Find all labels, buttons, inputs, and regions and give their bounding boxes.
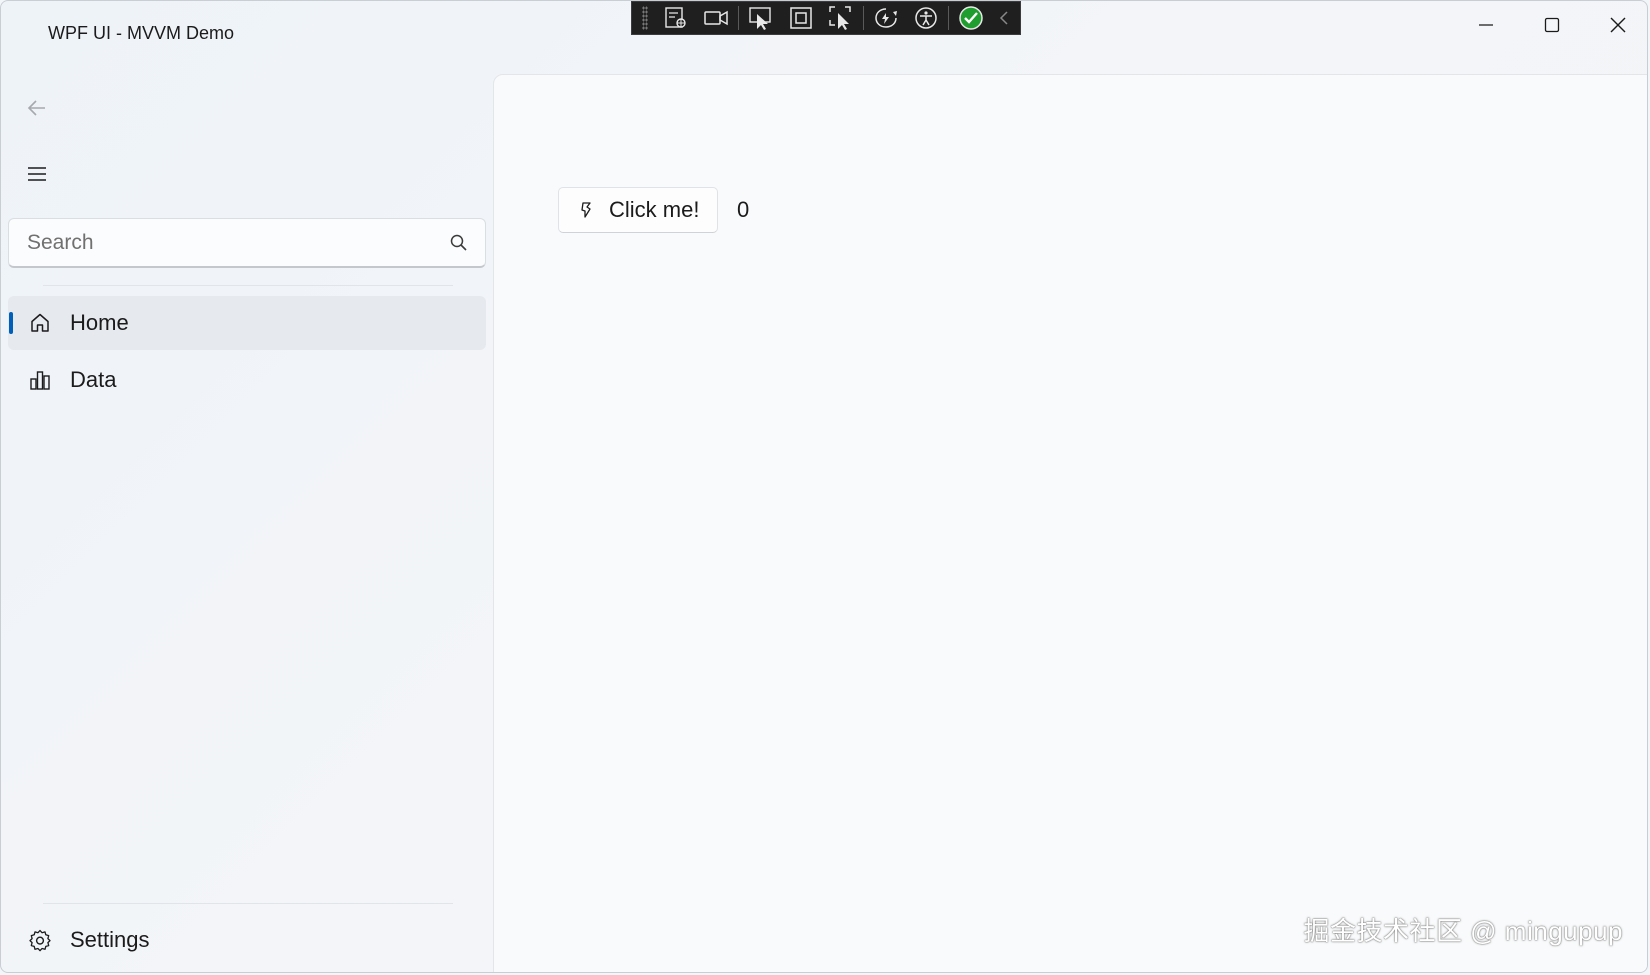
nav-item-label: Settings: [70, 927, 150, 952]
close-button[interactable]: [1585, 1, 1647, 49]
toolbar-separator: [948, 6, 949, 30]
nav-item-label: Data: [70, 367, 117, 392]
navigation-pane: Home Data Settings: [1, 67, 493, 972]
record-icon: [704, 10, 728, 26]
toolbar-grip[interactable]: [642, 6, 648, 30]
close-icon: [1610, 17, 1626, 33]
minimize-button[interactable]: [1453, 1, 1519, 49]
binding-status-ok-icon: [959, 6, 983, 30]
track-focus-icon: [829, 6, 851, 30]
hot-reload-button[interactable]: [866, 3, 906, 33]
selection-indicator: [9, 312, 13, 334]
nav-item-data[interactable]: Data: [8, 353, 486, 407]
nav-divider: [43, 285, 453, 286]
record-button[interactable]: [696, 3, 736, 33]
binding-status-button[interactable]: [951, 3, 991, 33]
display-layout-adorners-button[interactable]: [781, 3, 821, 33]
nav-item-settings[interactable]: Settings: [8, 913, 486, 967]
watermark-text: 掘金技术社区 @ mingupup: [1303, 916, 1623, 946]
click-me-button[interactable]: Click me!: [558, 187, 718, 233]
hamburger-menu-icon: [28, 167, 46, 181]
accessibility-icon: [915, 7, 937, 29]
collapse-chevron-icon: [999, 11, 1008, 25]
toolbar-separator: [863, 6, 864, 30]
maximize-icon: [1544, 17, 1560, 33]
live-visual-tree-button[interactable]: [656, 3, 696, 33]
hot-reload-icon: [875, 8, 897, 28]
search-input[interactable]: [25, 229, 429, 256]
hamburger-menu-button[interactable]: [19, 159, 55, 189]
nav-item-label: Home: [70, 310, 129, 335]
back-button[interactable]: [19, 93, 55, 123]
click-counter: 0: [737, 197, 750, 222]
search-icon[interactable]: [449, 233, 469, 253]
click-me-label: Click me!: [609, 197, 700, 222]
maximize-button[interactable]: [1519, 1, 1585, 49]
toolbar-separator: [738, 6, 739, 30]
window-title: WPF UI - MVVM Demo: [48, 23, 235, 43]
search-box: [8, 218, 486, 268]
select-element-button[interactable]: [741, 3, 781, 33]
live-visual-tree-icon: [665, 7, 686, 28]
bar-chart-icon: [28, 368, 52, 392]
track-focus-button[interactable]: [821, 3, 861, 33]
display-layout-adorners-icon: [790, 7, 812, 29]
content-frame: Click me! 0: [493, 74, 1647, 972]
home-icon: [28, 311, 52, 335]
app-window: WPF UI - MVVM Demo Search Home Data Sett…: [0, 0, 1648, 973]
fluent-icon: [577, 201, 595, 219]
select-element-icon: [749, 7, 771, 30]
debug-toolbar: [631, 1, 1021, 35]
collapse-toolbar-button[interactable]: [991, 3, 1017, 33]
gear-icon: [28, 928, 52, 952]
back-arrow-icon: [27, 100, 45, 116]
nav-item-home[interactable]: Home: [8, 296, 486, 350]
nav-divider: [43, 903, 453, 904]
accessibility-button[interactable]: [906, 3, 946, 33]
minimize-icon: [1479, 24, 1493, 26]
